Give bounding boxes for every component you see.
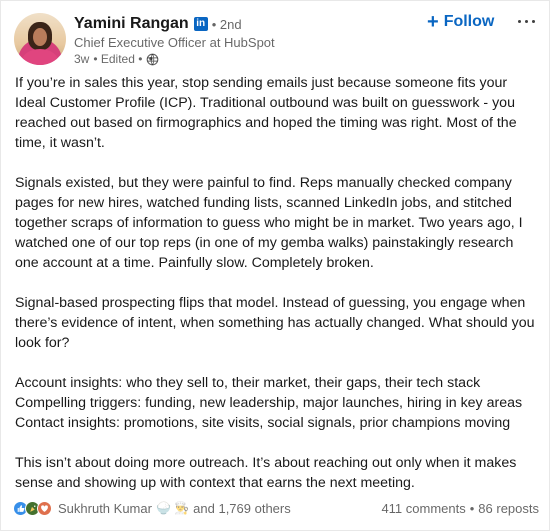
author-headline: Chief Executive Officer at HubSpot xyxy=(74,35,275,50)
love-reaction-icon xyxy=(37,500,52,516)
post-paragraph: If you’re in sales this year, stop sendi… xyxy=(15,75,517,151)
post-paragraph: Signal-based prospecting flips that mode… xyxy=(15,295,535,351)
comments-count[interactable]: 411 comments xyxy=(381,501,465,516)
linkedin-badge-icon: in xyxy=(193,17,208,31)
follow-button[interactable]: + Follow xyxy=(427,11,494,33)
reactions-count[interactable]: and 1,769 others xyxy=(193,501,291,516)
author-avatar[interactable] xyxy=(14,13,66,65)
plus-icon: + xyxy=(427,11,439,33)
post-meta: 3w • Edited • xyxy=(74,51,159,67)
post-paragraph: Signals existed, but they were painful t… xyxy=(15,175,523,271)
ellipsis-dot xyxy=(524,19,528,23)
avatar-top xyxy=(22,49,58,65)
connection-degree: • 2nd xyxy=(211,16,242,32)
author-name[interactable]: Yamini Rangan xyxy=(74,15,189,33)
engagement-stats: 411 comments • 86 reposts xyxy=(381,501,539,516)
reacted-by-name[interactable]: Sukhruth Kumar xyxy=(58,501,152,516)
post-paragraph: This isn’t about doing more outreach. It… xyxy=(15,455,517,491)
author-name-row: Yamini Rangan in • 2nd xyxy=(74,14,242,34)
post-paragraph: Account insights: who they sell to, thei… xyxy=(15,375,523,431)
reposts-count[interactable]: 86 reposts xyxy=(478,501,539,516)
more-options-button[interactable] xyxy=(513,11,539,31)
follow-label: Follow xyxy=(443,13,495,30)
edited-label: • Edited • xyxy=(93,52,143,66)
globe-icon xyxy=(147,53,159,65)
ellipsis-dot xyxy=(517,19,521,23)
social-counts-bar: Sukhruth Kumar 🍚 👨‍🍳 and 1,769 others 41… xyxy=(13,497,539,519)
stats-separator: • xyxy=(469,500,475,516)
avatar-face xyxy=(33,28,47,46)
post-time[interactable]: 3w xyxy=(74,52,89,66)
reactor-emoji: 🍚 👨‍🍳 xyxy=(155,501,190,515)
post-body: If you’re in sales this year, stop sendi… xyxy=(15,73,539,513)
ellipsis-dot xyxy=(531,19,535,23)
reaction-icons[interactable] xyxy=(13,500,52,516)
post-card: Yamini Rangan in • 2nd Chief Executive O… xyxy=(0,0,550,531)
